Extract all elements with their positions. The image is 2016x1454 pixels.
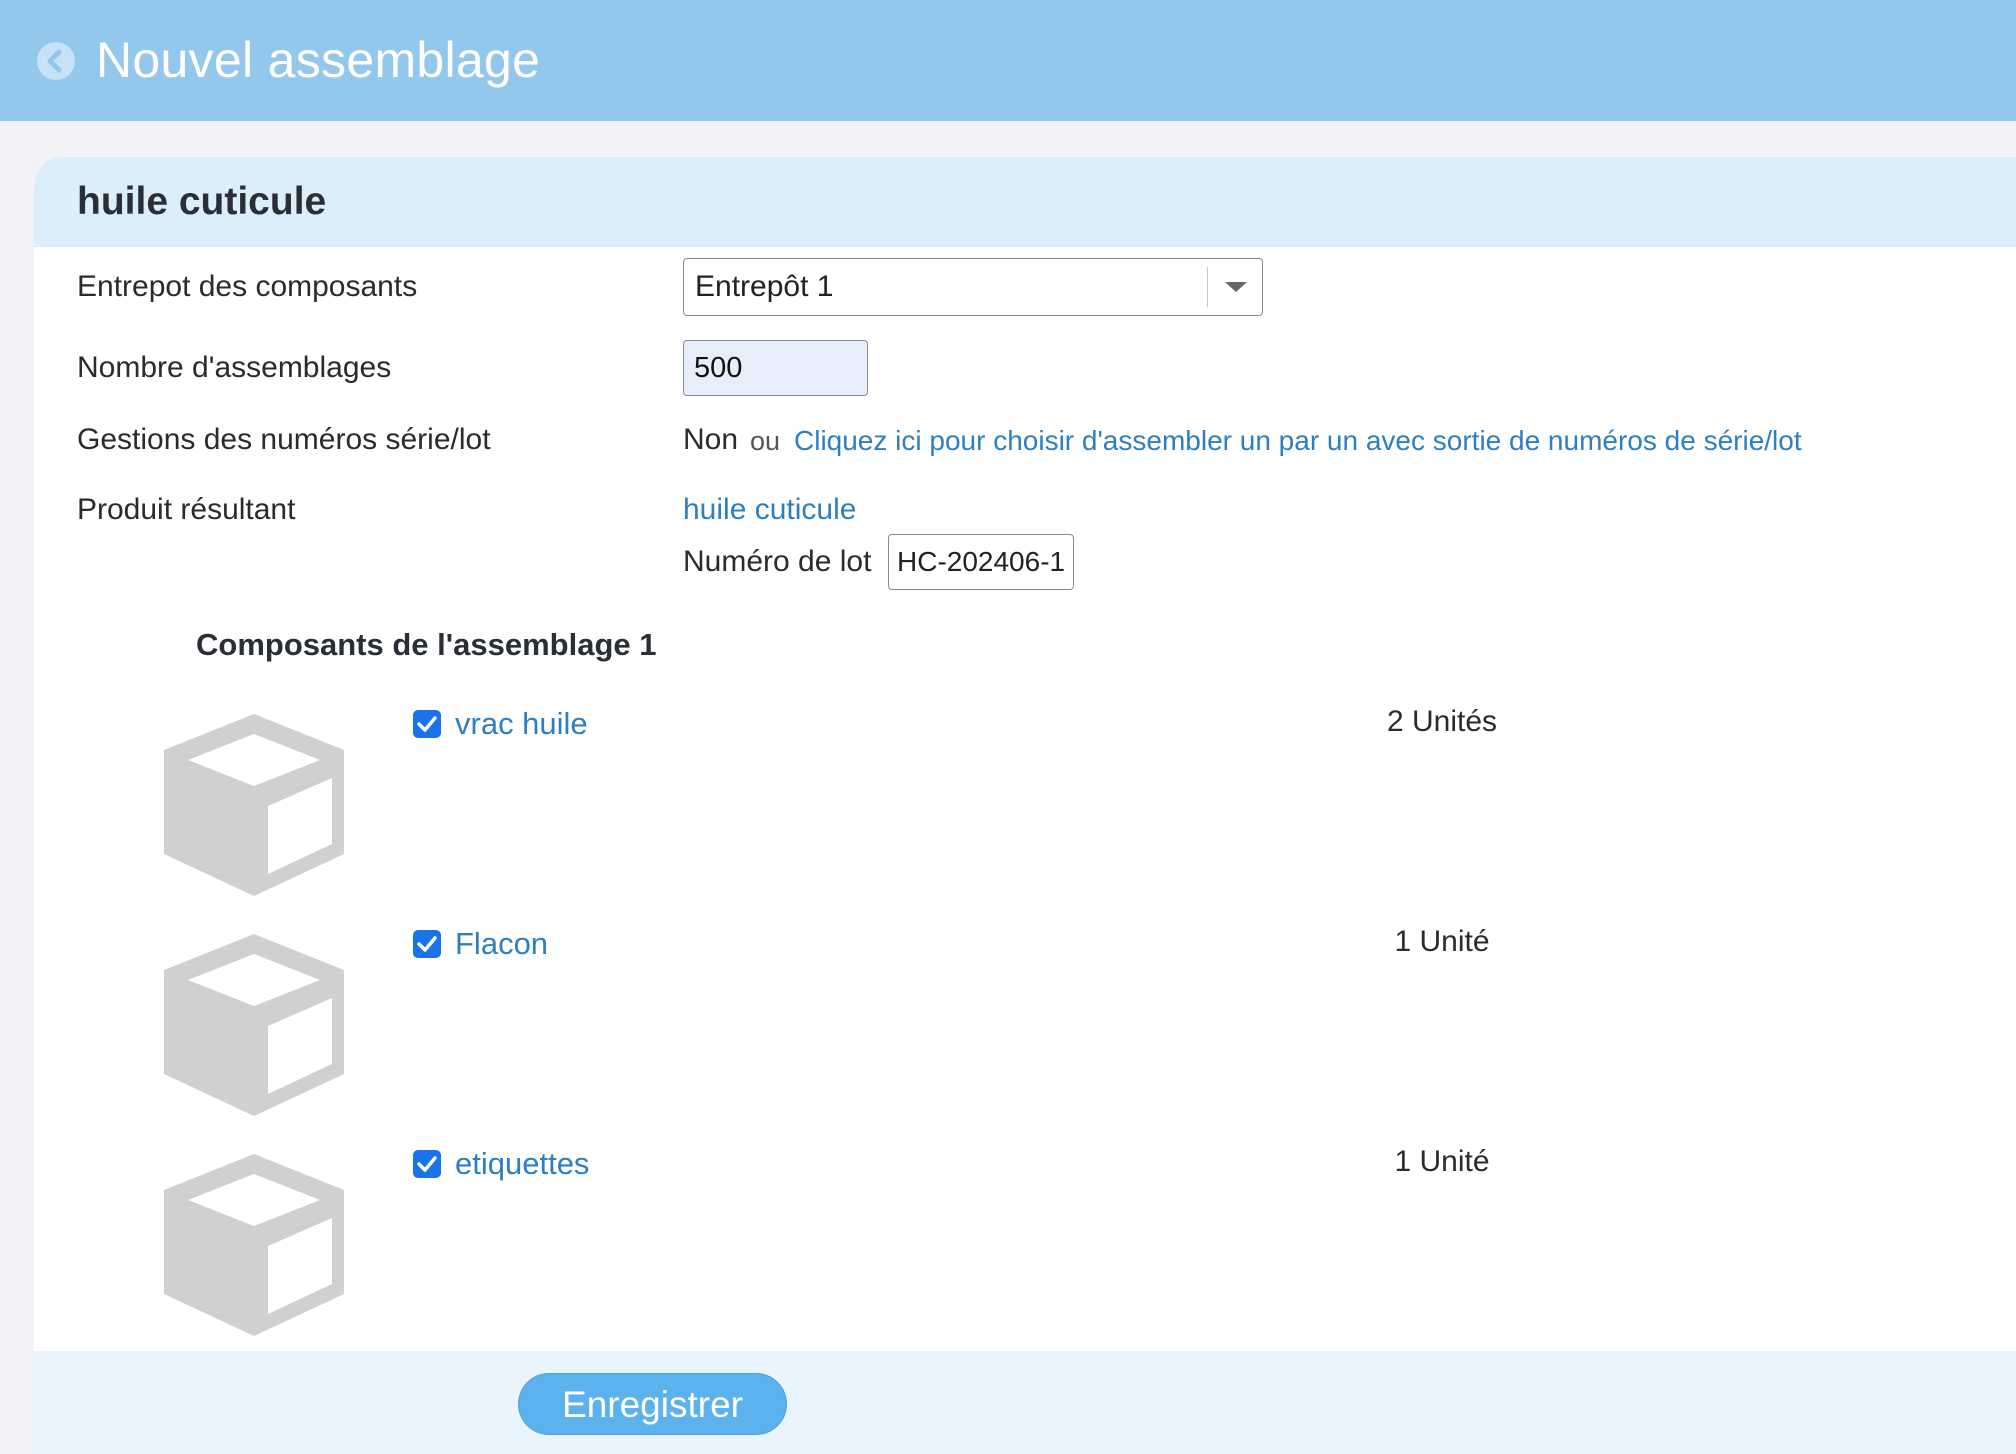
assembly-card: huile cuticule Entrepot des composants E…: [34, 157, 2016, 1454]
component-quantity: 1 Unité: [1394, 1145, 1490, 1178]
result-product-link[interactable]: huile cuticule: [683, 490, 856, 530]
app-header: Nouvel assemblage: [0, 0, 2016, 121]
component-checkbox[interactable]: [413, 930, 441, 958]
box-icon: [164, 934, 344, 1116]
serial-label: Gestions des numéros série/lot: [77, 423, 491, 456]
component-checkbox[interactable]: [413, 1150, 441, 1178]
serial-or-text: ou: [750, 426, 781, 456]
result-label: Produit résultant: [77, 493, 296, 526]
component-name-link[interactable]: vrac huile: [455, 704, 588, 744]
component-quantity: 1 Unité: [1394, 925, 1490, 958]
product-title: huile cuticule: [77, 180, 327, 223]
component-checkbox[interactable]: [413, 710, 441, 738]
box-icon: [164, 714, 344, 896]
page-title: Nouvel assemblage: [96, 32, 541, 88]
serial-value: Non: [683, 423, 739, 456]
warehouse-label: Entrepot des composants: [77, 270, 418, 303]
serial-one-by-one-link[interactable]: Cliquez ici pour choisir d'assembler un …: [794, 421, 1802, 461]
form-footer: Enregistrer: [34, 1351, 2016, 1454]
component-row: vrac huile 2 Unités: [34, 705, 2016, 920]
save-button[interactable]: Enregistrer: [518, 1373, 787, 1435]
lot-number-input[interactable]: [888, 534, 1074, 590]
component-row: Flacon 1 Unité: [34, 925, 2016, 1140]
box-icon: [164, 1154, 344, 1336]
lot-label: Numéro de lot: [683, 545, 872, 578]
caret-down-icon[interactable]: [1224, 280, 1248, 299]
component-quantity: 2 Unités: [1386, 705, 1498, 738]
component-name-link[interactable]: etiquettes: [455, 1144, 589, 1184]
warehouse-selected-value: Entrepôt 1: [695, 270, 834, 303]
select-divider: [1207, 267, 1208, 307]
quantity-input[interactable]: [683, 340, 868, 396]
warehouse-select[interactable]: Entrepôt 1: [683, 258, 1263, 316]
components-title: Composants de l'assemblage 1: [196, 627, 657, 662]
card-header: huile cuticule: [34, 157, 2016, 247]
quantity-label: Nombre d'assemblages: [77, 351, 392, 384]
component-name-link[interactable]: Flacon: [455, 924, 548, 964]
component-row: etiquettes 1 Unité: [34, 1145, 2016, 1360]
back-arrow-icon[interactable]: [37, 42, 75, 80]
